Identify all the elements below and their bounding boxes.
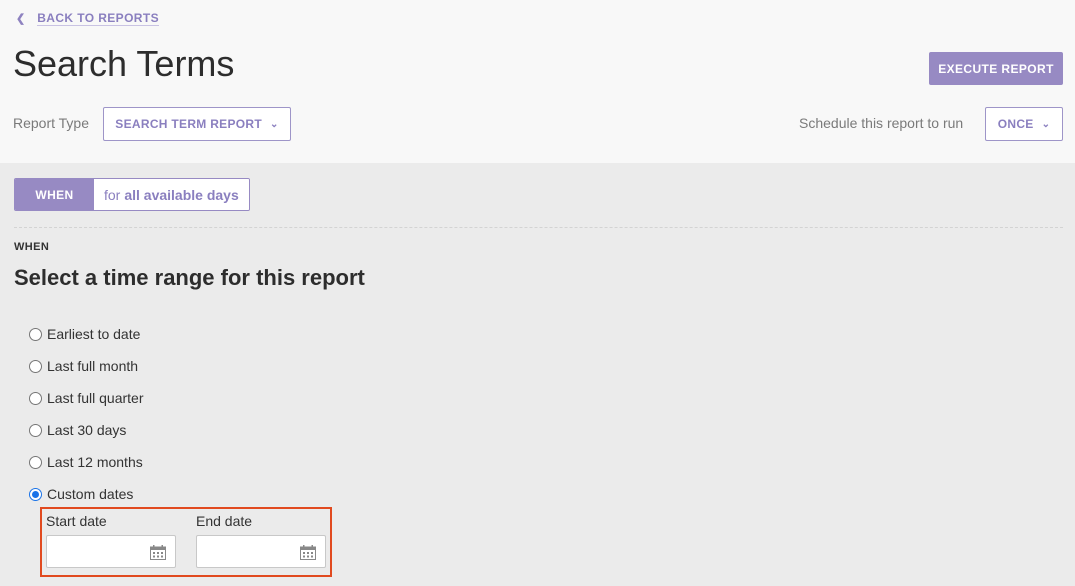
when-pill-value: all available days <box>124 186 239 203</box>
radio-label: Last 12 months <box>47 454 143 470</box>
radio-option-custom-dates[interactable]: Custom dates <box>29 478 144 510</box>
back-to-reports-label: BACK TO REPORTS <box>37 11 160 26</box>
end-date-input[interactable] <box>196 535 326 568</box>
radio-option-earliest-to-date[interactable]: Earliest to date <box>29 318 144 350</box>
report-header: ❮ BACK TO REPORTS Search Terms EXECUTE R… <box>0 0 1075 163</box>
section-divider <box>14 227 1063 228</box>
radio-label: Last 30 days <box>47 422 127 438</box>
chevron-down-icon: ⌄ <box>270 118 279 130</box>
start-date-label: Start date <box>46 513 107 529</box>
chevron-left-icon: ❮ <box>16 13 26 25</box>
radio-option-last-full-month[interactable]: Last full month <box>29 350 144 382</box>
calendar-icon[interactable] <box>300 545 316 560</box>
radio-button-checked[interactable] <box>29 487 42 501</box>
when-filter-pill[interactable]: WHEN for all available days <box>14 178 250 211</box>
schedule-label: Schedule this report to run <box>799 115 964 131</box>
when-section-label: WHEN <box>14 241 50 253</box>
start-date-input[interactable] <box>46 535 176 568</box>
radio-option-last-12-months[interactable]: Last 12 months <box>29 446 144 478</box>
when-pill-tag: WHEN <box>15 179 94 210</box>
chevron-down-icon: ⌄ <box>1041 118 1051 130</box>
radio-button[interactable] <box>29 455 42 469</box>
execute-report-button[interactable]: EXECUTE REPORT <box>929 52 1063 85</box>
radio-label: Earliest to date <box>47 326 141 342</box>
when-pill-prefix: for <box>104 186 121 203</box>
page-title: Search Terms <box>13 43 235 84</box>
radio-label: Custom dates <box>47 486 134 502</box>
report-type-value: SEARCH TERM REPORT <box>115 117 263 131</box>
radio-button[interactable] <box>29 327 42 341</box>
when-section-heading: Select a time range for this report <box>14 265 365 290</box>
radio-label: Last full month <box>47 358 139 374</box>
start-date-group: Start date <box>46 513 176 568</box>
schedule-select[interactable]: ONCE ⌄ <box>985 107 1063 141</box>
radio-button[interactable] <box>29 391 42 405</box>
radio-label: Last full quarter <box>47 390 144 406</box>
report-type-label: Report Type <box>13 115 90 131</box>
time-range-options: Earliest to date Last full month Last fu… <box>29 318 144 510</box>
radio-button[interactable] <box>29 423 42 437</box>
back-to-reports-link[interactable]: ❮ BACK TO REPORTS <box>16 11 160 26</box>
end-date-group: End date <box>196 513 326 568</box>
radio-option-last-30-days[interactable]: Last 30 days <box>29 414 144 446</box>
radio-button[interactable] <box>29 359 42 373</box>
radio-option-last-full-quarter[interactable]: Last full quarter <box>29 382 144 414</box>
calendar-icon[interactable] <box>150 545 166 560</box>
when-pill-description: for all available days <box>94 179 249 210</box>
custom-dates-highlight: Start date End date <box>40 507 332 577</box>
end-date-label: End date <box>196 513 253 529</box>
report-type-select[interactable]: SEARCH TERM REPORT ⌄ <box>103 107 291 141</box>
schedule-value: ONCE <box>997 117 1034 131</box>
